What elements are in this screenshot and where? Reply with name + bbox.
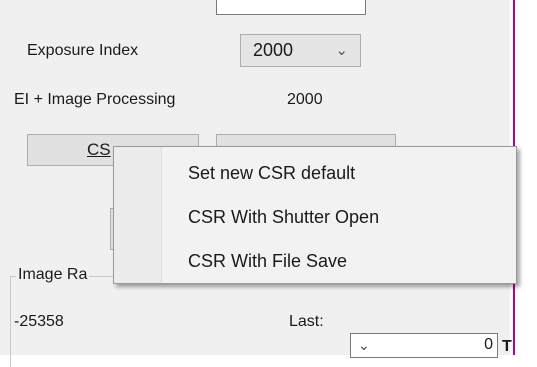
image-range-value: -25358 [14, 313, 64, 330]
ei-image-processing-value: 2000 [287, 91, 323, 108]
csr-context-menu: Set new CSR default CSR With Shutter Ope… [113, 146, 517, 284]
image-range-group-title: Image Ra [16, 265, 90, 285]
menu-item-csr-with-file-save[interactable]: CSR With File Save [150, 242, 510, 280]
window-outer-area [515, 0, 537, 355]
top-input-field[interactable] [216, 0, 366, 15]
last-value: 0 [484, 336, 493, 353]
exposure-index-value: 2000 [253, 40, 294, 60]
text-cursor-marker: T [502, 338, 512, 355]
ei-image-processing-label: EI + Image Processing [14, 91, 176, 108]
menu-item-set-new-csr-default[interactable]: Set new CSR default [150, 154, 510, 192]
menu-item-csr-with-shutter-open[interactable]: CSR With Shutter Open [150, 198, 510, 236]
chevron-down-icon: ⌄ [358, 337, 370, 353]
exposure-index-dropdown[interactable]: 2000 ⌄ [240, 34, 361, 67]
csr-button-label: CS [87, 140, 111, 159]
last-dropdown[interactable]: ⌄ 0 [350, 333, 498, 358]
chevron-down-icon: ⌄ [335, 42, 348, 59]
last-label: Last: [289, 313, 324, 330]
exposure-index-label: Exposure Index [27, 42, 139, 59]
